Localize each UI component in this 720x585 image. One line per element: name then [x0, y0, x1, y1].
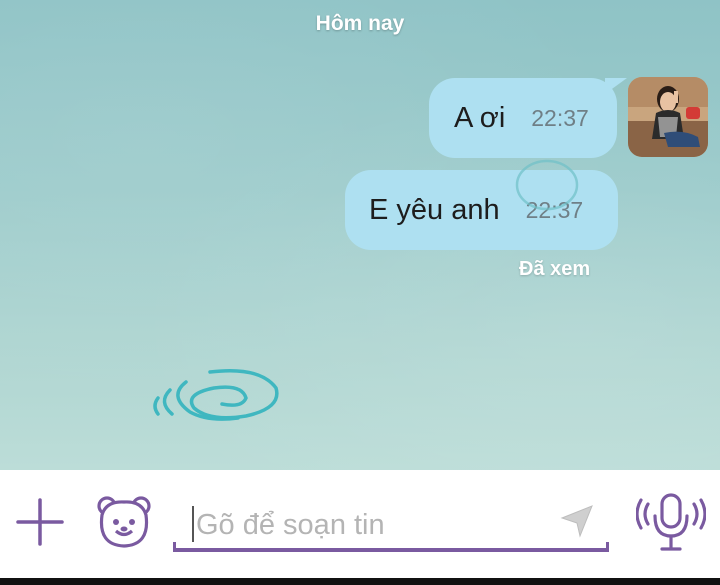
- message-input[interactable]: [194, 504, 538, 546]
- bear-sticker-icon[interactable]: [94, 495, 154, 550]
- message-text: A ơi: [454, 101, 506, 134]
- swirl-decoration: [153, 368, 279, 421]
- read-receipt: Đã xem: [519, 258, 591, 280]
- microphone-icon[interactable]: [635, 492, 707, 554]
- navigation-strip: [0, 578, 720, 585]
- ripple-decoration: [515, 159, 579, 211]
- plus-icon[interactable]: [14, 496, 66, 548]
- chat-area: Hôm nay A ơi 22:37 E yêu anh 22:37 Đã xe…: [0, 0, 720, 470]
- message-time: 22:37: [531, 104, 589, 131]
- composer-bar: [0, 470, 720, 578]
- date-separator: Hôm nay: [315, 12, 405, 35]
- message-text: E yêu anh: [369, 193, 500, 226]
- message-bubble[interactable]: A ơi 22:37: [429, 78, 627, 158]
- message-input-field[interactable]: [173, 498, 615, 552]
- avatar[interactable]: [628, 77, 708, 157]
- send-arrow-icon[interactable]: [558, 502, 598, 542]
